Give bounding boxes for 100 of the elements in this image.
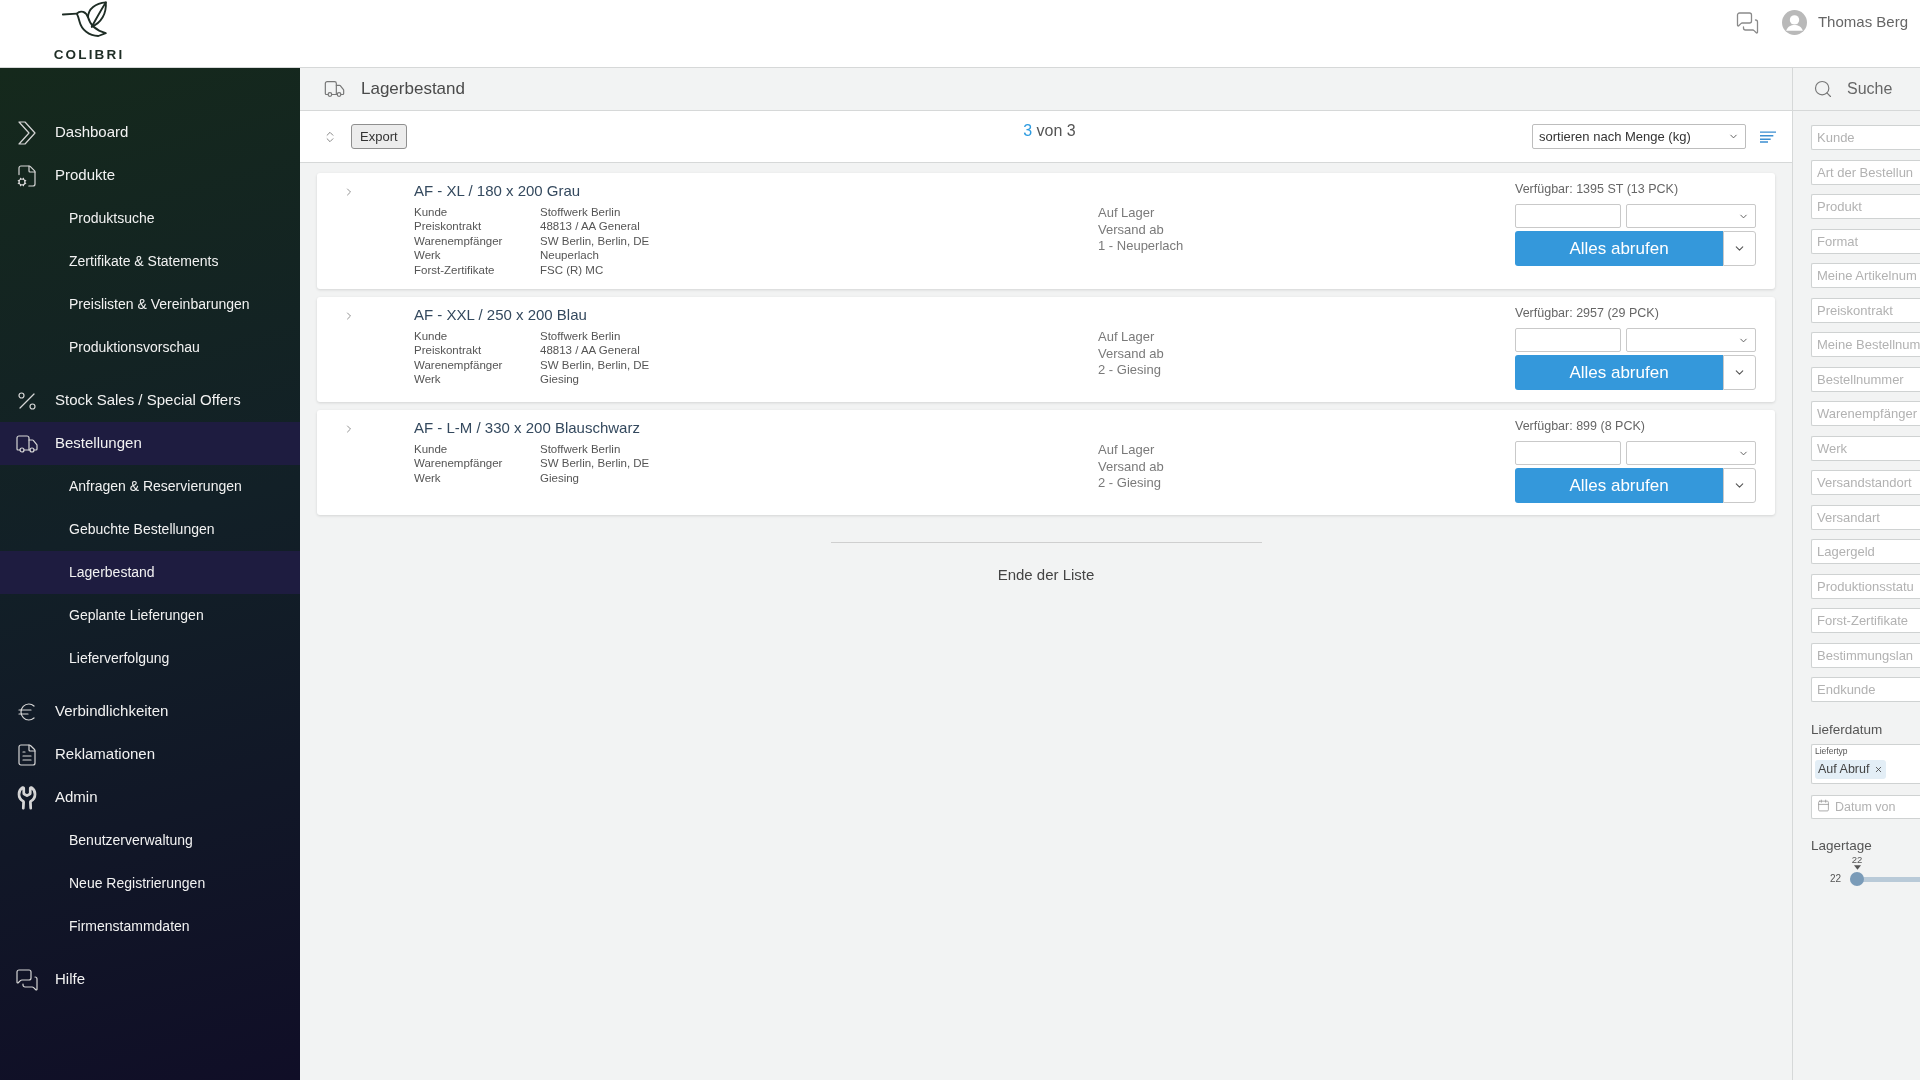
detail-label: Warenempfänger [414, 357, 503, 373]
stock-status-text: Auf Lager [1098, 205, 1155, 222]
availability-text: Verfügbar: 2957 (29 PCK) [1515, 305, 1659, 322]
filter-field[interactable]: Forst-Zertifikate [1811, 608, 1920, 633]
sidebar-subitem[interactable]: Benutzerverwaltung [0, 819, 300, 862]
delivery-type-field[interactable]: Liefertyp Auf Abruf [1811, 744, 1920, 784]
availability-text: Verfügbar: 1395 ST (13 PCK) [1515, 181, 1679, 197]
product-title[interactable]: AF - XL / 180 x 200 Grau [414, 181, 581, 201]
date-from-field[interactable]: Datum von [1811, 795, 1920, 819]
detail-value: Stoffwerk Berlin [540, 329, 621, 344]
unit-select[interactable] [1626, 441, 1756, 466]
sidebar-subitem[interactable]: Produktsuche [0, 197, 300, 240]
sidebar-item[interactable]: Admin [0, 776, 300, 819]
filter-field[interactable]: Meine Bestellnum [1811, 332, 1920, 357]
filter-field[interactable]: Produktionsstatu [1811, 573, 1920, 599]
sidebar-item[interactable]: Stock Sales / Special Offers [0, 379, 300, 422]
filter-field[interactable]: Preiskontrakt [1811, 297, 1920, 323]
sidebar-subitem[interactable]: Preislisten & Vereinbarungen [0, 283, 300, 326]
detail-value: SW Berlin, Berlin, DE [540, 456, 650, 471]
dropdown-toggle-button[interactable] [1723, 468, 1756, 504]
filter-field[interactable]: Meine Artikelnum [1811, 263, 1920, 288]
stock-status-text: 2 - Giesing [1098, 362, 1161, 379]
filter-field[interactable]: Warenempfänger [1811, 401, 1920, 426]
filter-field[interactable]: Versandstandort [1811, 470, 1920, 495]
filter-field[interactable]: Produkt [1811, 194, 1920, 219]
detail-value: Stoffwerk Berlin [540, 205, 621, 220]
slider-track[interactable] [1850, 872, 1920, 886]
sidebar-subitem[interactable]: Neue Registrierungen [0, 862, 300, 905]
sidebar-subitem[interactable]: Geplante Lieferungen [0, 594, 300, 637]
detail-value: SW Berlin, Berlin, DE [540, 233, 650, 249]
sidebar-item[interactable]: Bestellungen [0, 422, 300, 465]
slider-thumb[interactable] [1850, 872, 1864, 886]
filter-field[interactable]: Art der Bestellun [1811, 159, 1920, 185]
logo-text: COLIBRI [53, 47, 125, 62]
sidebar-subitem[interactable]: Gebuchte Bestellungen [0, 508, 300, 551]
filter-field[interactable]: Versandart [1811, 504, 1920, 530]
sort-lines-icon[interactable] [1760, 130, 1776, 143]
unit-select[interactable] [1626, 328, 1756, 353]
truck-icon [322, 78, 347, 100]
detail-label: Werk [414, 470, 441, 486]
end-of-list-text: Ende der Liste [997, 565, 1095, 586]
user-name[interactable]: Thomas Berg [1817, 11, 1908, 34]
filter-field[interactable]: Bestellnummer [1811, 366, 1920, 392]
stock-status-text: Auf Lager [1098, 329, 1155, 346]
filter-field[interactable]: Format [1811, 228, 1920, 254]
detail-label: Forst-Zertifikate [414, 262, 495, 278]
sidebar-subitem[interactable]: Anfragen & Reservierungen [0, 465, 300, 508]
unit-select[interactable] [1626, 204, 1756, 228]
quantity-input[interactable] [1515, 204, 1621, 228]
search-icon[interactable] [1813, 79, 1833, 99]
filter-field[interactable]: Bestimmungslan [1811, 642, 1920, 668]
detail-label: Preiskontrakt [414, 343, 482, 358]
calendar-icon [1817, 799, 1830, 812]
wrench-icon [15, 785, 39, 810]
quantity-input[interactable] [1515, 441, 1621, 466]
detail-label: Kunde [414, 329, 448, 344]
stock-status-text: Versand ab [1098, 221, 1164, 238]
filter-field[interactable]: Lagergeld [1811, 539, 1920, 564]
sidebar-subitem[interactable]: Produktionsvorschau [0, 326, 300, 369]
delivery-date-label: Lieferdatum [1811, 722, 1883, 738]
detail-label: Werk [414, 372, 441, 387]
chat-icon [15, 967, 39, 992]
detail-value: 48813 / AA General [540, 219, 640, 234]
marker-icon [1853, 865, 1861, 870]
sidebar-subitem[interactable]: Lieferverfolgung [0, 637, 300, 680]
detail-value: FSC (R) MC [540, 262, 604, 278]
sidebar-item[interactable]: Verbindlichkeiten [0, 690, 300, 733]
filter-chip[interactable]: Auf Abruf [1815, 760, 1887, 779]
dropdown-toggle-button[interactable] [1723, 355, 1756, 391]
avatar-icon[interactable] [1781, 10, 1807, 35]
detail-value: Giesing [540, 470, 579, 486]
sidebar-subitem[interactable]: Lagerbestand [0, 551, 300, 594]
product-title[interactable]: AF - L-M / 330 x 200 Blauschwarz [414, 418, 640, 439]
quantity-input[interactable] [1515, 328, 1621, 353]
document-gear-icon [15, 163, 39, 188]
filter-field[interactable]: Endkunde [1811, 677, 1920, 702]
detail-value: Giesing [540, 372, 579, 387]
availability-text: Verfügbar: 899 (8 PCK) [1515, 418, 1645, 435]
sidebar-item[interactable]: Dashboard [0, 111, 300, 154]
export-button[interactable]: Export [351, 124, 407, 149]
filter-field[interactable]: Kunde [1811, 125, 1920, 150]
detail-label: Kunde [414, 205, 448, 220]
document-icon [15, 742, 39, 767]
sidebar-item[interactable]: Produkte [0, 154, 300, 197]
page-title: Lagerbestand [361, 78, 465, 101]
detail-value: Stoffwerk Berlin [540, 442, 621, 457]
detail-value: SW Berlin, Berlin, DE [540, 357, 650, 373]
product-title[interactable]: AF - XXL / 250 x 200 Blau [414, 305, 587, 326]
chat-icon[interactable] [1734, 10, 1760, 35]
sidebar-item[interactable]: Reklamationen [0, 733, 300, 776]
stock-status-text: 2 - Giesing [1098, 475, 1161, 492]
sidebar-item[interactable]: Hilfe [0, 958, 300, 1001]
sidebar-subitem[interactable]: Firmenstammdaten [0, 905, 300, 948]
detail-label: Kunde [414, 442, 448, 457]
slider-value-label: 22 [1851, 854, 1863, 865]
sort-select[interactable]: sortieren nach Menge (kg) [1532, 124, 1746, 149]
filter-field[interactable]: Werk [1811, 435, 1920, 461]
dropdown-toggle-button[interactable] [1723, 231, 1756, 266]
sidebar-subitem[interactable]: Zertifikate & Statements [0, 240, 300, 283]
close-icon[interactable] [1874, 765, 1884, 774]
